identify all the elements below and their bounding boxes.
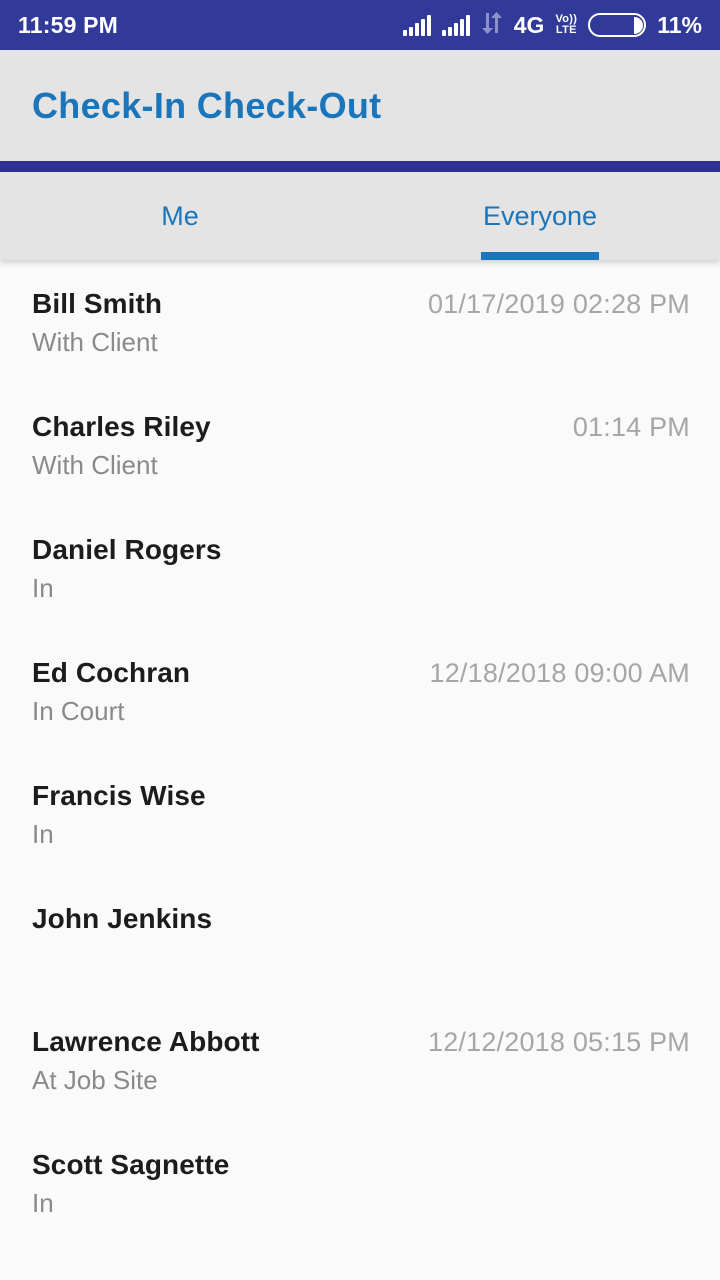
list-item[interactable]: Charles Riley With Client 01:14 PM [0, 387, 720, 510]
tab-everyone[interactable]: Everyone [360, 172, 720, 260]
list-item[interactable]: John Jenkins [0, 879, 720, 1002]
person-status: In [32, 1188, 54, 1219]
status-icons: 4G Vo)) LTE 11% [402, 11, 702, 40]
list-item[interactable]: Bill Smith With Client 01/17/2019 02:28 … [0, 264, 720, 387]
signal-bars-icon [402, 14, 431, 36]
tab-everyone-label: Everyone [482, 200, 598, 231]
list-item[interactable]: Francis Wise In [0, 756, 720, 879]
volte-bottom-label: LTE [555, 24, 577, 36]
person-name: John Jenkins [32, 903, 213, 934]
person-name: Daniel Rogers [32, 534, 222, 565]
volte-icon: Vo)) LTE [555, 14, 577, 36]
tab-indicator [481, 252, 599, 260]
person-timestamp: 01/17/2019 02:28 PM [427, 289, 690, 319]
person-name: Francis Wise [32, 780, 206, 811]
list-item[interactable]: Lawrence Abbott At Job Site 12/12/2018 0… [0, 1002, 720, 1125]
list-item[interactable]: Daniel Rogers In [0, 510, 720, 633]
signal-bars-icon [441, 14, 470, 36]
person-status: With Client [32, 450, 158, 481]
page-title: Check-In Check-Out [32, 84, 382, 126]
list-item[interactable]: Scott Sagnette In [0, 1125, 720, 1248]
person-status: In [32, 819, 54, 850]
list-item[interactable]: Ed Cochran In Court 12/18/2018 09:00 AM [0, 633, 720, 756]
person-name: Scott Sagnette [32, 1149, 230, 1180]
people-list[interactable]: Bill Smith With Client 01/17/2019 02:28 … [0, 260, 720, 1248]
battery-percent-label: 11% [657, 11, 702, 38]
app-bar-divider [0, 161, 720, 172]
person-status: With Client [32, 327, 158, 358]
battery-icon [588, 13, 647, 37]
data-transfer-icon [481, 11, 503, 40]
tab-bar: Me Everyone [0, 172, 720, 260]
tab-me[interactable]: Me [0, 172, 360, 260]
person-status: At Job Site [32, 1065, 158, 1096]
person-status: In Court [32, 696, 125, 727]
status-clock: 11:59 PM [18, 11, 119, 38]
person-status: In [32, 573, 54, 604]
person-timestamp: 01:14 PM [572, 412, 690, 442]
person-timestamp: 12/18/2018 09:00 AM [429, 658, 690, 688]
tab-me-label: Me [161, 200, 199, 231]
app-bar: Check-In Check-Out [0, 50, 720, 161]
network-type-label: 4G [513, 11, 545, 38]
person-timestamp: 12/12/2018 05:15 PM [427, 1027, 690, 1057]
status-bar: 11:59 PM 4G Vo)) LTE 11% [0, 0, 720, 50]
